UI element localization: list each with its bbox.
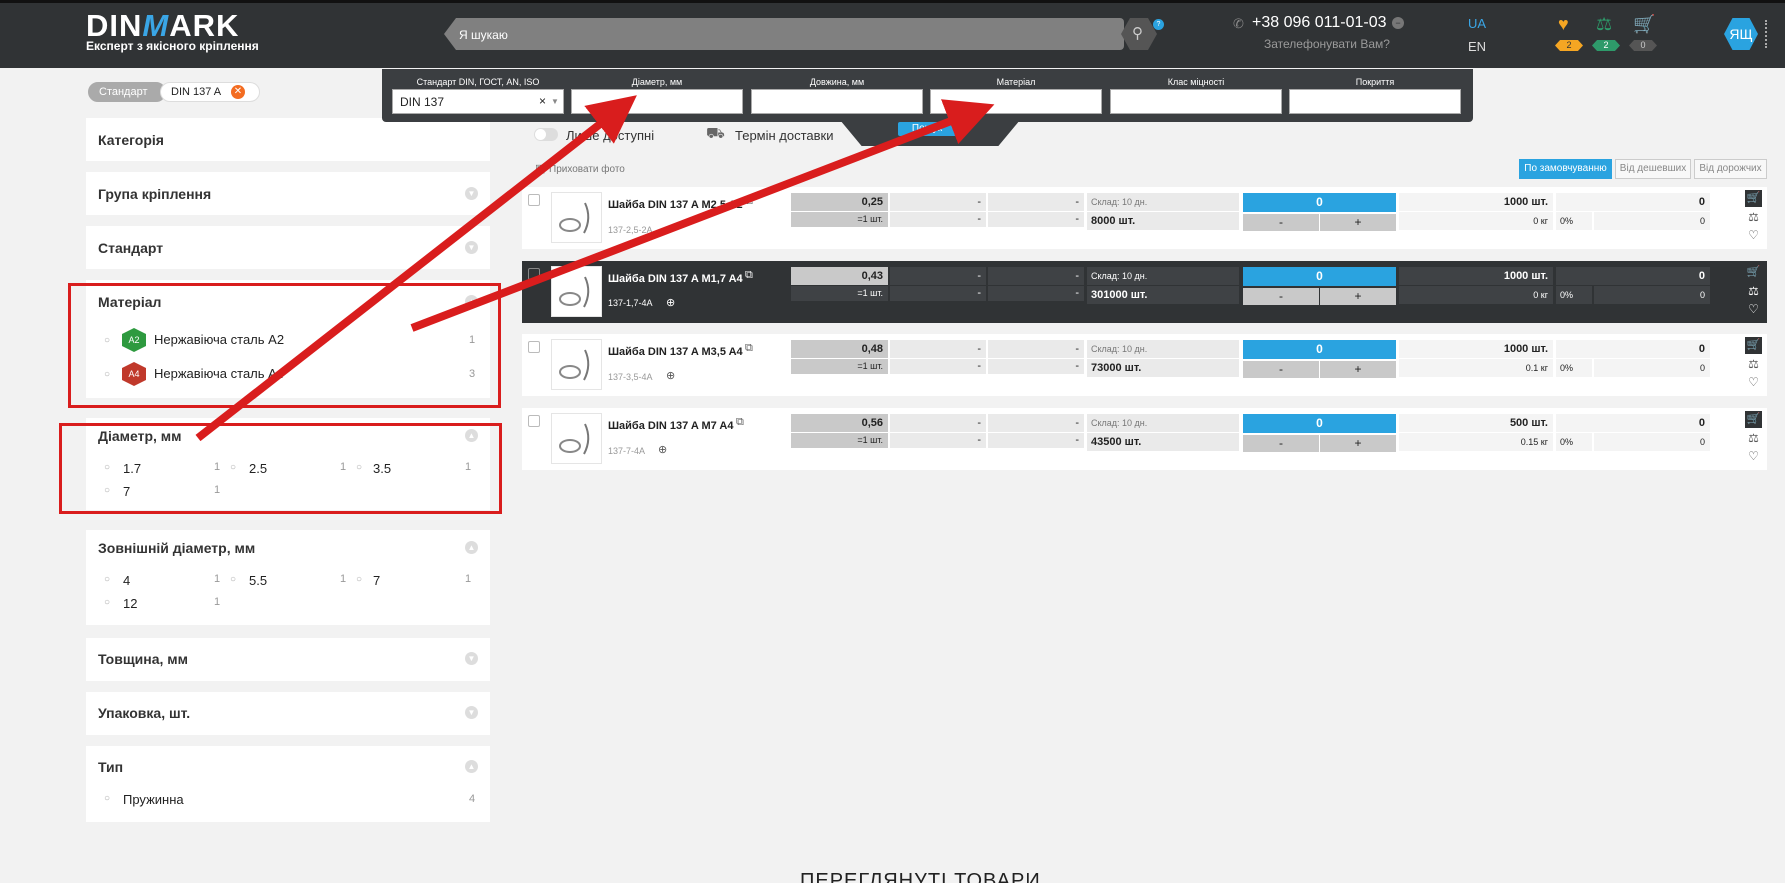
annotation-arrows [195, 95, 995, 442]
section-title: ПЕРЕГЛЯНУТІ ТОВАРИ [800, 870, 1041, 883]
arrow-material [410, 99, 995, 332]
